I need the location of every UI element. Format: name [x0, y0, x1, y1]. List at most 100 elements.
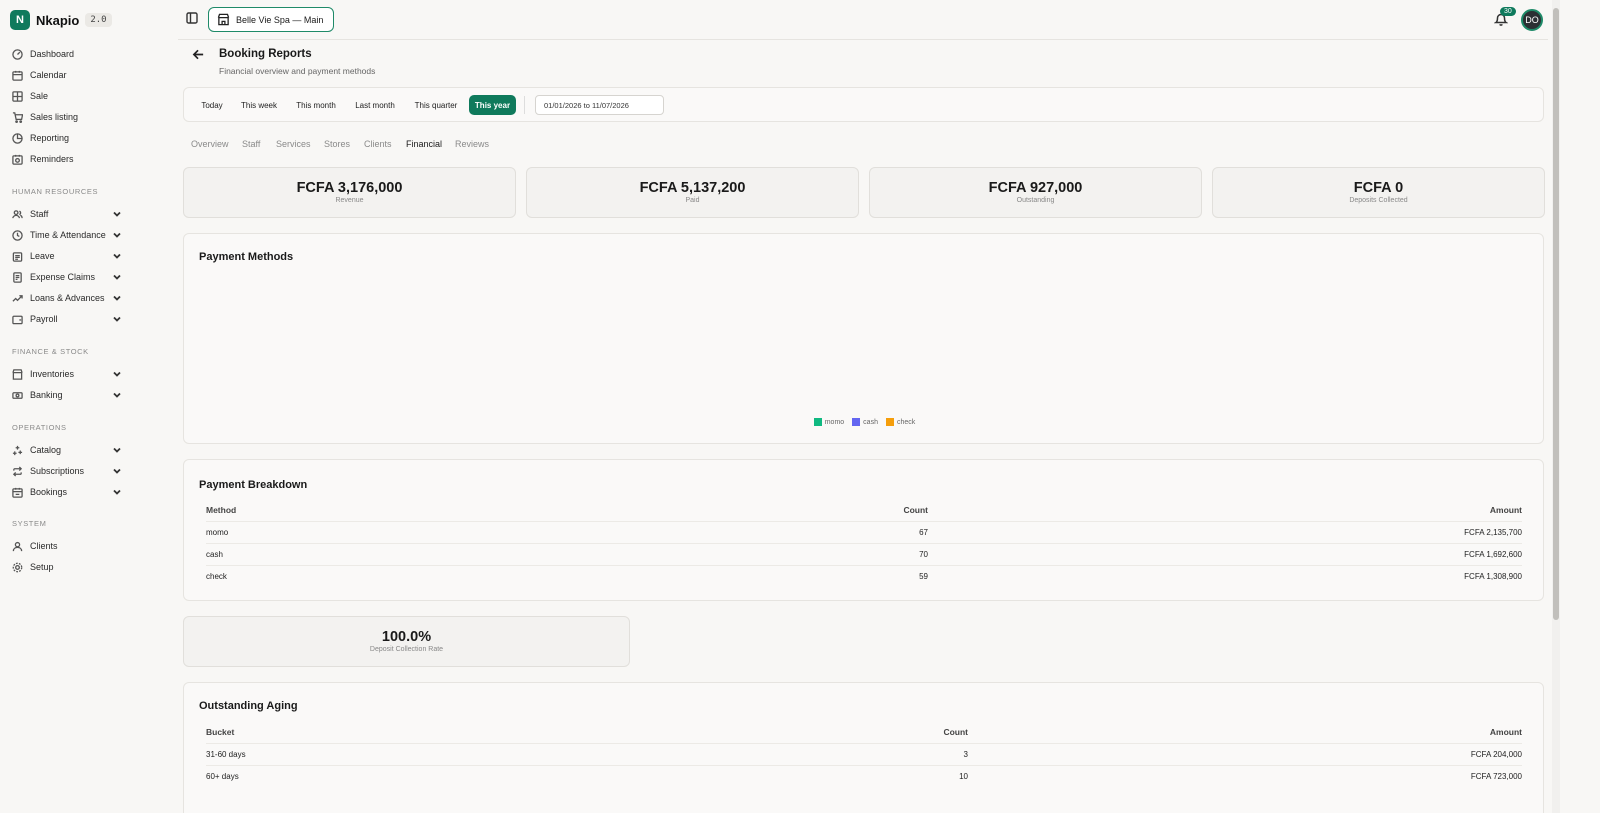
- panel-title: Outstanding Aging: [199, 700, 298, 712]
- receipt-icon: [10, 270, 24, 284]
- sidebar-item-label: Dashboard: [30, 49, 75, 59]
- sidebar-item-calendar[interactable]: Calendar: [10, 66, 122, 84]
- tab-stores[interactable]: Stores: [324, 139, 350, 149]
- chevron-down-icon: [112, 251, 122, 261]
- date-range-input[interactable]: 01/01/2026 to 11/07/2026: [535, 95, 664, 115]
- table-row: 60+ days 10 FCFA 723,000: [206, 764, 1522, 787]
- brand-name: Nkapio: [36, 12, 80, 28]
- reminder-icon: [10, 152, 24, 166]
- chevron-down-icon: [112, 390, 122, 400]
- panel-title: Payment Breakdown: [199, 479, 308, 491]
- legend-label: check: [896, 418, 916, 426]
- back-arrow-icon[interactable]: [192, 48, 206, 62]
- cell-bucket: 60+ days: [206, 764, 806, 787]
- filter-this-quarter-button[interactable]: This quarter: [408, 95, 464, 115]
- avatar[interactable]: DO: [1521, 9, 1543, 31]
- column-header-amount: Amount: [1489, 726, 1522, 737]
- sidebar: N Nkapio 2.0 Dashboard Calendar Sale Sal…: [0, 0, 178, 813]
- sidebar-item-label: Clients: [30, 541, 58, 551]
- sidebar-item-label: Banking: [30, 390, 63, 400]
- page-title: Booking Reports: [219, 48, 312, 60]
- stat-label: Paid: [685, 197, 700, 204]
- store-selector[interactable]: Belle Vie Spa — Main: [208, 7, 335, 32]
- sidebar-item-time-attendance[interactable]: Time & Attendance: [10, 226, 122, 244]
- chart-legend: momo cash check: [184, 418, 1545, 426]
- booking-icon: [10, 485, 24, 499]
- tab-overview[interactable]: Overview: [191, 139, 229, 149]
- tab-reviews[interactable]: Reviews: [455, 139, 489, 149]
- main-content: Booking Reports Financial overview and p…: [178, 40, 1548, 813]
- payment-methods-panel: Payment Methods momo cash check: [183, 233, 1544, 444]
- section-label-finance-stock: FINANCE & STOCK: [12, 347, 89, 356]
- sidebar-item-banking[interactable]: Banking: [10, 386, 122, 404]
- filter-this-month-button[interactable]: This month: [290, 95, 342, 115]
- sidebar-item-payroll[interactable]: Payroll: [10, 310, 122, 328]
- sidebar-item-label: Time & Attendance: [30, 230, 106, 240]
- sidebar-toggle-icon[interactable]: [186, 11, 200, 25]
- section-label-system: SYSTEM: [12, 519, 47, 528]
- stat-card-deposits-collected: FCFA 0 Deposits Collected: [1212, 167, 1545, 218]
- sidebar-item-label: Catalog: [30, 445, 62, 455]
- filter-this-week-button[interactable]: This week: [236, 95, 282, 115]
- sidebar-item-leave[interactable]: Leave: [10, 247, 122, 265]
- sidebar-item-clients[interactable]: Clients: [10, 537, 122, 555]
- column-header-amount: Amount: [1489, 504, 1522, 515]
- wallet-icon: [10, 312, 24, 326]
- sidebar-item-dashboard[interactable]: Dashboard: [10, 45, 122, 63]
- filter-divider: [524, 96, 525, 114]
- chevron-down-icon: [112, 230, 122, 240]
- cell-amount: FCFA 204,000: [968, 742, 1522, 765]
- sidebar-item-setup[interactable]: Setup: [10, 558, 122, 576]
- payment-breakdown-panel: Payment Breakdown Method Count Amount mo…: [183, 459, 1544, 601]
- column-header-method: Method: [206, 504, 237, 515]
- table-header-row: Method Count Amount: [206, 499, 1522, 521]
- cell-count: 10: [806, 764, 968, 787]
- dashboard-icon: [10, 47, 24, 61]
- sidebar-item-label: Bookings: [30, 487, 68, 497]
- sidebar-item-bookings[interactable]: Bookings: [10, 483, 122, 501]
- stat-card-paid: FCFA 5,137,200 Paid: [526, 167, 859, 218]
- sidebar-item-expense-claims[interactable]: Expense Claims: [10, 268, 122, 286]
- store-icon: [217, 13, 230, 26]
- legend-label: cash: [863, 418, 878, 426]
- legend-swatch: [885, 418, 894, 426]
- brand[interactable]: N Nkapio 2.0: [10, 10, 112, 30]
- scrollbar-thumb[interactable]: [1553, 8, 1559, 620]
- legend-item-check[interactable]: check: [885, 418, 916, 426]
- section-label-operations: OPERATIONS: [12, 423, 67, 432]
- sidebar-item-subscriptions[interactable]: Subscriptions: [10, 462, 122, 480]
- legend-item-momo[interactable]: momo: [813, 418, 844, 426]
- date-filter-bar: Today This week This month Last month Th…: [183, 87, 1544, 122]
- filter-last-month-button[interactable]: Last month: [349, 95, 401, 115]
- table-row: check 59 FCFA 1,308,900: [206, 564, 1522, 587]
- cart-icon: [10, 110, 24, 124]
- tab-staff[interactable]: Staff: [242, 139, 260, 149]
- top-bar: Belle Vie Spa — Main 30 DO: [178, 0, 1548, 40]
- tab-financial[interactable]: Financial: [406, 139, 442, 149]
- sidebar-item-reminders[interactable]: Reminders: [10, 150, 122, 168]
- section-label-human-resources: HUMAN RESOURCES: [12, 187, 99, 196]
- sidebar-item-sale[interactable]: Sale: [10, 87, 122, 105]
- filter-today-button[interactable]: Today: [194, 95, 230, 115]
- filter-this-year-button[interactable]: This year: [469, 95, 516, 115]
- chevron-down-icon: [112, 487, 122, 497]
- sidebar-item-loans-advances[interactable]: Loans & Advances: [10, 289, 122, 307]
- stat-card-outstanding: FCFA 927,000 Outstanding: [869, 167, 1202, 218]
- clock-icon: [10, 228, 24, 242]
- store-icon: [10, 367, 24, 381]
- sidebar-item-sales-listing[interactable]: Sales listing: [10, 108, 122, 126]
- sidebar-item-staff[interactable]: Staff: [10, 205, 122, 223]
- payment-breakdown-table: Method Count Amount momo 67 FCFA 2,135,7…: [206, 499, 1522, 587]
- stat-label: Deposit Collection Rate: [369, 646, 444, 653]
- loan-icon: [10, 291, 24, 305]
- sidebar-item-catalog[interactable]: Catalog: [10, 441, 122, 459]
- legend-item-cash[interactable]: cash: [852, 418, 878, 426]
- cell-method: check: [206, 564, 806, 587]
- tab-clients[interactable]: Clients: [364, 139, 392, 149]
- sidebar-item-reporting[interactable]: Reporting: [10, 129, 122, 147]
- sidebar-item-label: Inventories: [30, 369, 75, 379]
- column-header-count: Count: [943, 726, 968, 737]
- tab-services[interactable]: Services: [276, 139, 311, 149]
- cell-method: momo: [206, 520, 806, 543]
- sidebar-item-inventories[interactable]: Inventories: [10, 365, 122, 383]
